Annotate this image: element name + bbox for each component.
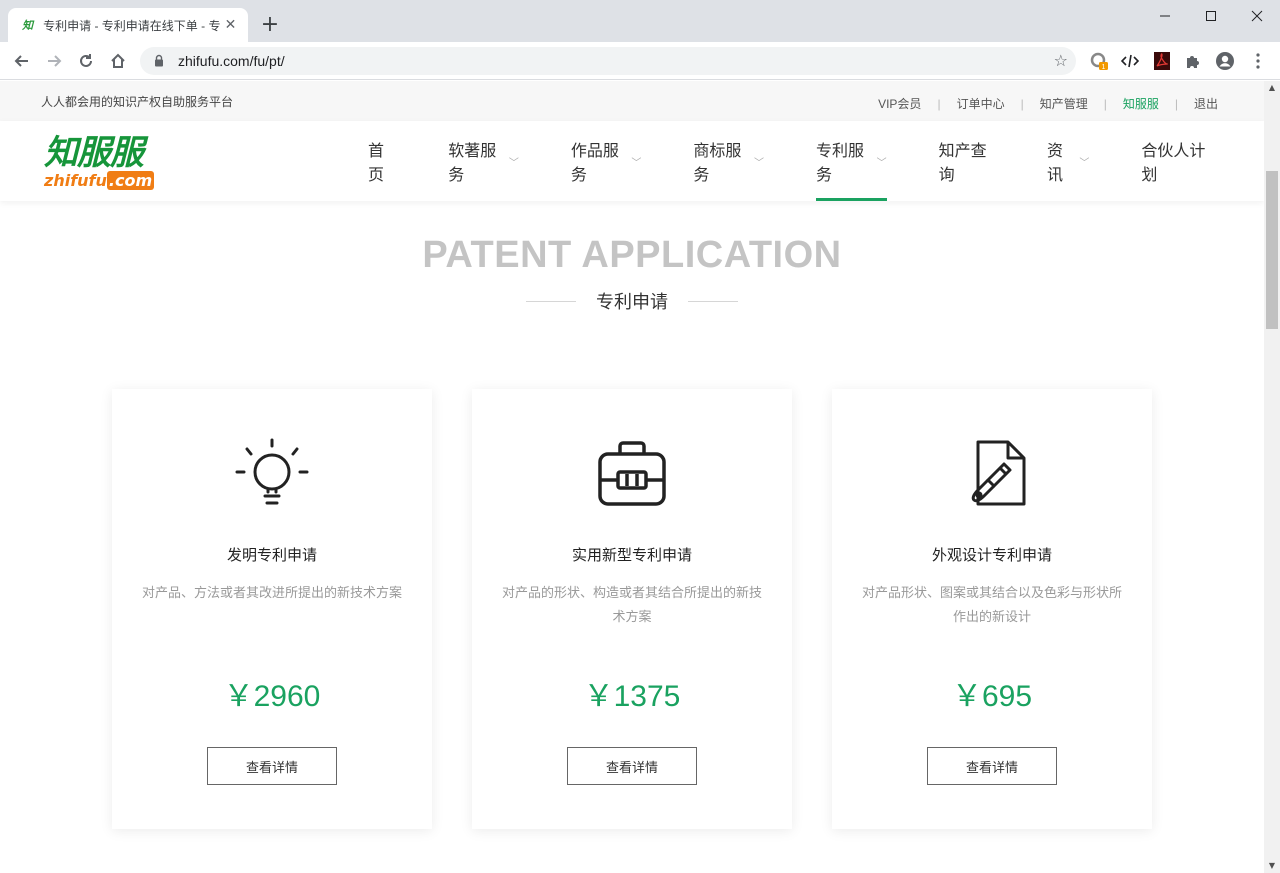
- toolbox-icon: [592, 434, 672, 514]
- design-brush-icon: [952, 434, 1032, 514]
- card-price: ￥1375: [583, 680, 681, 713]
- nav-trademark[interactable]: 商标服务 ﹀: [693, 121, 764, 201]
- nav-works[interactable]: 作品服务 ﹀: [571, 121, 642, 201]
- nav-label: 软著服务: [448, 143, 497, 184]
- forward-arrow-icon[interactable]: [42, 49, 66, 73]
- nav-ip-search[interactable]: 知产查询: [939, 121, 995, 201]
- nav-label: 知产查询: [938, 143, 987, 184]
- browser-tabstrip: 知 专利申请 - 专利申请在线下单 - 专 ✕ +: [0, 0, 1280, 42]
- card-description: 对产品、方法或者其改进所提出的新技术方案: [142, 585, 403, 600]
- link-separator: |: [937, 96, 941, 111]
- back-arrow-icon[interactable]: [10, 49, 34, 73]
- link-separator: |: [1174, 96, 1178, 111]
- browser-toolbar: zhifufu.com/fu/pt/ ☆ 1: [0, 42, 1280, 80]
- pdf-icon[interactable]: [1151, 50, 1173, 72]
- scroll-up-icon[interactable]: ▲: [1268, 84, 1276, 92]
- maximize-icon[interactable]: [1188, 0, 1234, 32]
- tab-title: 专利申请 - 专利申请在线下单 - 专: [43, 18, 221, 33]
- card-price: ￥695: [951, 680, 1033, 713]
- link-username[interactable]: 知服服: [1123, 95, 1159, 112]
- extension-badge-icon[interactable]: 1: [1088, 50, 1110, 72]
- home-icon[interactable]: [106, 49, 130, 73]
- new-tab-icon[interactable]: +: [258, 13, 282, 37]
- chevron-down-icon: ﹀: [876, 157, 887, 169]
- card-title: 外观设计专利申请: [931, 547, 1052, 564]
- nav-software-copyright[interactable]: 软著服务 ﹀: [448, 121, 519, 201]
- section-heading-chinese: 专利申请: [596, 292, 668, 312]
- heading-divider: [688, 300, 738, 302]
- site-topbar: 人人都会用的知识产权自助服务平台 VIP会员 | 订单中心 | 知产管理 | 知…: [0, 81, 1264, 121]
- card-description: 对产品的形状、构造或者其结合所提出的新技术方案: [502, 585, 763, 624]
- card-price: ￥2960: [223, 680, 321, 713]
- page-scrollbar[interactable]: ▲ ▼: [1264, 81, 1280, 873]
- code-icon[interactable]: [1119, 50, 1141, 72]
- service-card-design: 外观设计专利申请 对产品形状、图案或其结合以及色彩与形状所作出的新设计 ￥695…: [832, 389, 1152, 829]
- nav-label: 作品服务: [570, 143, 619, 184]
- lightbulb-icon: [232, 434, 312, 514]
- nav-partner[interactable]: 合伙人计划: [1141, 121, 1212, 201]
- nav-label: 资讯: [1047, 143, 1064, 184]
- browser-tab[interactable]: 知 专利申请 - 专利申请在线下单 - 专 ✕: [8, 8, 248, 42]
- link-vip[interactable]: VIP会员: [878, 95, 921, 112]
- chevron-down-icon: ﹀: [631, 157, 642, 169]
- nav-home[interactable]: 首页: [368, 121, 396, 201]
- heading-divider: [526, 300, 576, 302]
- card-description: 对产品形状、图案或其结合以及色彩与形状所作出的新设计: [862, 585, 1123, 624]
- section-heading-english: PATENT APPLICATION: [422, 234, 842, 276]
- nav-label: 首页: [368, 143, 385, 184]
- main-nav: 首页 软著服务 ﹀ 作品服务 ﹀ 商标服务 ﹀ 专利服务 ﹀ 知产查询 资讯 ﹀ 合伙人计…: [368, 121, 1264, 201]
- minimize-icon[interactable]: [1142, 0, 1188, 32]
- nav-news[interactable]: 资讯 ﹀: [1047, 121, 1089, 201]
- section-heading: 专利申请: [0, 288, 1264, 314]
- service-card-utility-model: 实用新型专利申请 对产品的形状、构造或者其结合所提出的新技术方案 ￥1375 查…: [472, 389, 792, 829]
- link-logout[interactable]: 退出: [1194, 95, 1218, 112]
- card-title: 实用新型专利申请: [571, 547, 692, 564]
- link-separator: |: [1103, 96, 1107, 111]
- site-header: 知服服 zhifufu .com 首页 软著服务 ﹀ 作品服务 ﹀ 商标服务 ﹀ 专利服…: [0, 121, 1264, 201]
- chevron-down-icon: ﹀: [508, 157, 519, 169]
- link-orders[interactable]: 订单中心: [957, 95, 1005, 112]
- reload-icon[interactable]: [74, 49, 98, 73]
- nav-label: 专利服务: [815, 143, 864, 184]
- nav-label: 商标服务: [693, 143, 742, 184]
- url-text: zhifufu.com/fu/pt/: [178, 53, 285, 69]
- lock-icon: [154, 54, 166, 68]
- view-details-button[interactable]: 查看详情: [567, 747, 697, 785]
- link-separator: |: [1020, 96, 1024, 111]
- view-details-button[interactable]: 查看详情: [207, 747, 337, 785]
- logo-english-name: zhifufu: [44, 171, 107, 190]
- chevron-down-icon: ﹀: [1079, 157, 1090, 169]
- kebab-menu-icon[interactable]: [1247, 50, 1269, 72]
- tab-close-icon[interactable]: ✕: [223, 17, 238, 33]
- chevron-down-icon: ﹀: [753, 157, 764, 169]
- puzzle-extensions-icon[interactable]: [1182, 50, 1204, 72]
- site-slogan: 人人都会用的知识产权自助服务平台: [41, 95, 234, 109]
- profile-avatar-icon[interactable]: [1214, 50, 1236, 72]
- link-ip-management[interactable]: 知产管理: [1040, 95, 1088, 112]
- nav-patent[interactable]: 专利服务 ﹀: [815, 121, 887, 201]
- nav-label: 合伙人计划: [1141, 143, 1206, 184]
- site-logo[interactable]: 知服服 zhifufu .com: [44, 135, 184, 191]
- extension-badge-count: 1: [1102, 64, 1106, 71]
- logo-domain-suffix: .com: [106, 171, 155, 190]
- close-window-icon[interactable]: [1234, 0, 1280, 32]
- logo-chinese-text: 知服服: [44, 133, 144, 173]
- logo-english-text: zhifufu .com: [44, 171, 184, 190]
- card-title: 发明专利申请: [226, 547, 317, 564]
- address-bar[interactable]: zhifufu.com/fu/pt/ ☆: [140, 47, 1076, 75]
- service-card-invention: 发明专利申请 对产品、方法或者其改进所提出的新技术方案 ￥2960 查看详情: [112, 389, 432, 829]
- bookmark-star-icon[interactable]: ☆: [1054, 51, 1068, 70]
- user-links: VIP会员 | 订单中心 | 知产管理 | 知服服 | 退出: [878, 95, 1218, 112]
- scroll-down-icon[interactable]: ▼: [1268, 862, 1276, 870]
- site-favicon-icon: 知: [22, 19, 34, 32]
- view-details-button[interactable]: 查看详情: [927, 747, 1057, 785]
- web-page: 人人都会用的知识产权自助服务平台 VIP会员 | 订单中心 | 知产管理 | 知…: [0, 81, 1264, 873]
- scrollbar-thumb[interactable]: [1266, 171, 1278, 329]
